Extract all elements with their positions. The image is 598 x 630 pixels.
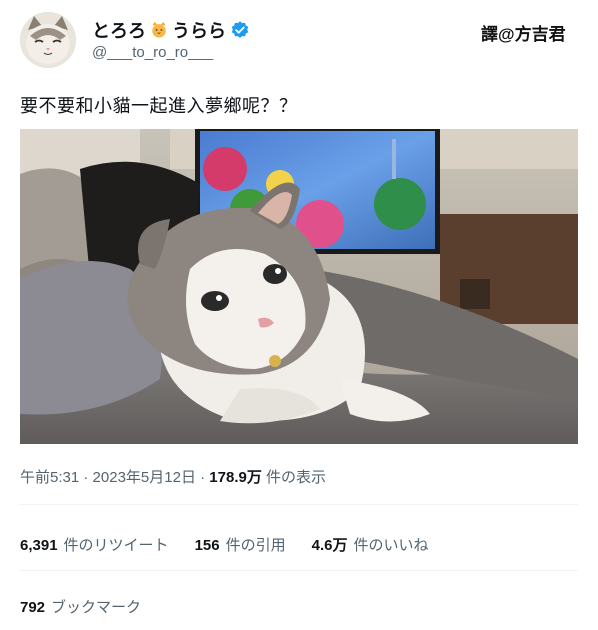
tweet-meta: 午前5:31 · 2023年5月12日 · 178.9万 件の表示 bbox=[20, 466, 326, 487]
views-count: 178.9万 bbox=[209, 469, 262, 486]
author-display-name-suffix[interactable]: うらら bbox=[172, 17, 226, 43]
likes-stat[interactable]: 4.6万 件のいいね bbox=[312, 534, 429, 555]
divider bbox=[20, 504, 578, 505]
views-label: 件の表示 bbox=[266, 469, 327, 486]
verified-badge-icon bbox=[231, 21, 249, 38]
quotes-count: 156 bbox=[194, 537, 220, 554]
bookmarks-label: ブックマーク bbox=[51, 599, 142, 616]
tweet-media-photo[interactable] bbox=[20, 129, 578, 444]
bookmarks-stat[interactable]: 792 ブックマーク bbox=[20, 596, 141, 617]
likes-label: 件のいいね bbox=[353, 537, 429, 554]
meta-separator: · bbox=[195, 469, 210, 486]
meta-separator: · bbox=[79, 469, 93, 486]
retweets-stat[interactable]: 6,391 件のリツイート bbox=[20, 534, 169, 555]
likes-count: 4.6万 bbox=[311, 537, 348, 554]
retweets-count: 6,391 bbox=[20, 537, 58, 554]
tweet-date[interactable]: 2023年5月12日 bbox=[93, 469, 196, 486]
tweet-text: 要不要和小貓一起進入夢鄉呢？？ bbox=[20, 96, 298, 116]
cat-avatar-icon bbox=[20, 12, 76, 68]
quotes-stat[interactable]: 156 件の引用 bbox=[195, 534, 286, 555]
author-avatar[interactable] bbox=[20, 12, 76, 68]
author-handle[interactable]: @___to_ro_ro___ bbox=[92, 44, 213, 61]
tweet-time[interactable]: 午前5:31 bbox=[20, 469, 79, 486]
quotes-label: 件の引用 bbox=[225, 537, 286, 554]
translator-watermark: 譯@方吉君 bbox=[481, 25, 566, 44]
kitten-photo bbox=[20, 129, 578, 444]
cat-face-icon bbox=[152, 21, 166, 38]
author-name-row[interactable]: とろろ うらら bbox=[92, 17, 250, 43]
retweets-label: 件のリツイート bbox=[63, 537, 169, 554]
tweet-stats: 6,391 件のリツイート 156 件の引用 4.6万 件のいいね bbox=[20, 534, 428, 555]
bookmarks-count: 792 bbox=[20, 599, 46, 616]
divider bbox=[20, 570, 578, 571]
author-display-name[interactable]: とろろ bbox=[92, 17, 146, 43]
